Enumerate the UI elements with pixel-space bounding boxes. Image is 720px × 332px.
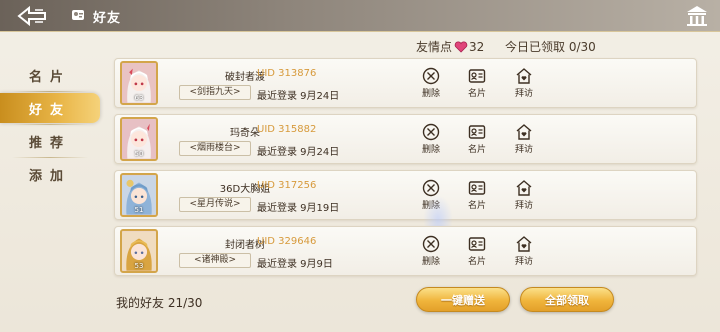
friend-guild: <星月传说> (179, 197, 251, 212)
nav-divider (12, 91, 88, 92)
palace-icon (687, 6, 707, 26)
delete-button[interactable]: 删除 (416, 235, 446, 271)
visit-button[interactable]: 拜访 (509, 235, 539, 271)
id-card-icon (468, 237, 486, 251)
visit-label: 拜访 (514, 201, 533, 211)
visit-label: 拜访 (514, 145, 533, 155)
house-heart-icon (516, 236, 532, 252)
avatar[interactable]: 51 (120, 173, 158, 217)
nav-item-recommend[interactable]: 推荐 (0, 126, 100, 156)
nav-item-label: 好友 (28, 102, 71, 118)
card-label: 名片 (467, 201, 486, 211)
friend-uid: UID 329646 (257, 236, 317, 247)
id-card-icon (468, 181, 486, 195)
friend-guild: <剑指九天> (179, 85, 251, 100)
back-button[interactable] (14, 4, 50, 28)
id-card-icon (468, 69, 486, 83)
heart-icon (454, 41, 468, 56)
nav-divider (12, 124, 88, 125)
visit-button[interactable]: 拜访 (509, 179, 539, 215)
house-heart-icon (516, 124, 532, 140)
avatar[interactable]: 53 (120, 229, 158, 273)
nav-item-add[interactable]: 添加 (0, 159, 100, 189)
delete-label: 删除 (421, 145, 440, 155)
friend-uid: UID 315882 (257, 124, 317, 135)
friendship-label: 友情点 (416, 40, 453, 54)
nav-item-label: 推荐 (28, 135, 71, 151)
nav-item-card[interactable]: 名片 (0, 60, 100, 90)
friendship-value: 32 (469, 40, 485, 54)
delete-button[interactable]: 删除 (416, 123, 446, 159)
house-heart-icon (516, 68, 532, 84)
send-all-button[interactable]: 一键赠送 (416, 287, 510, 312)
delete-label: 删除 (421, 257, 440, 267)
card-label: 名片 (467, 257, 486, 267)
friend-row: 63 破封者渡 <剑指九天> UID 313876 最近登录 9月24日 删除 … (114, 58, 697, 108)
card-button[interactable]: 名片 (462, 123, 492, 159)
avatar[interactable]: 63 (120, 61, 158, 105)
friend-uid: UID 313876 (257, 68, 317, 79)
delete-icon (422, 123, 440, 141)
last-login: 最近登录 9月24日 (257, 147, 340, 158)
level-badge: 53 (134, 262, 144, 270)
nav-item-friends[interactable]: 好友 (0, 93, 100, 123)
visit-button[interactable]: 拜访 (509, 123, 539, 159)
top-bar: 好友 (0, 0, 720, 32)
delete-button[interactable]: 删除 (416, 67, 446, 103)
visit-button[interactable]: 拜访 (509, 67, 539, 103)
card-label: 名片 (467, 145, 486, 155)
friend-count: 我的好友 21/30 (116, 296, 203, 310)
id-card-icon (468, 125, 486, 139)
nav-item-label: 名片 (28, 69, 71, 85)
card-button[interactable]: 名片 (462, 179, 492, 215)
friend-guild: <烟雨楼台> (179, 141, 251, 156)
daily-claimed: 今日已领取 0/30 (505, 40, 596, 54)
level-badge: 51 (134, 206, 144, 214)
last-login: 最近登录 9月9日 (257, 259, 333, 270)
friendship-points: 友情点 32 (416, 38, 484, 56)
card-button[interactable]: 名片 (462, 235, 492, 271)
friend-row: 50 玛奇朵 <烟雨楼台> UID 315882 最近登录 9月24日 删除 名… (114, 114, 697, 164)
delete-label: 删除 (421, 89, 440, 99)
card-label: 名片 (467, 89, 486, 99)
visit-label: 拜访 (514, 257, 533, 267)
friends-title-icon (70, 7, 86, 23)
nav-item-label: 添加 (28, 168, 71, 184)
friend-guild: <诸神殿> (179, 253, 251, 268)
home-button[interactable] (684, 4, 710, 28)
last-login: 最近登录 9月19日 (257, 203, 340, 214)
house-heart-icon (516, 180, 532, 196)
level-badge: 50 (134, 150, 144, 158)
visit-label: 拜访 (514, 89, 533, 99)
level-badge: 63 (134, 94, 144, 102)
friend-uid: UID 317256 (257, 180, 317, 191)
last-login: 最近登录 9月24日 (257, 91, 340, 102)
page-title: 好友 (93, 11, 122, 26)
friend-row: 51 36D大胸姐 <星月传说> UID 317256 最近登录 9月19日 删… (114, 170, 697, 220)
delete-icon (422, 235, 440, 253)
back-arrow-icon (17, 5, 46, 27)
friend-row: 53 封闭者树 <诸神殿> UID 329646 最近登录 9月9日 删除 名片… (114, 226, 697, 276)
card-button[interactable]: 名片 (462, 67, 492, 103)
avatar[interactable]: 50 (120, 117, 158, 161)
delete-icon (422, 67, 440, 85)
claim-all-button[interactable]: 全部领取 (520, 287, 614, 312)
nav-divider (12, 157, 88, 158)
